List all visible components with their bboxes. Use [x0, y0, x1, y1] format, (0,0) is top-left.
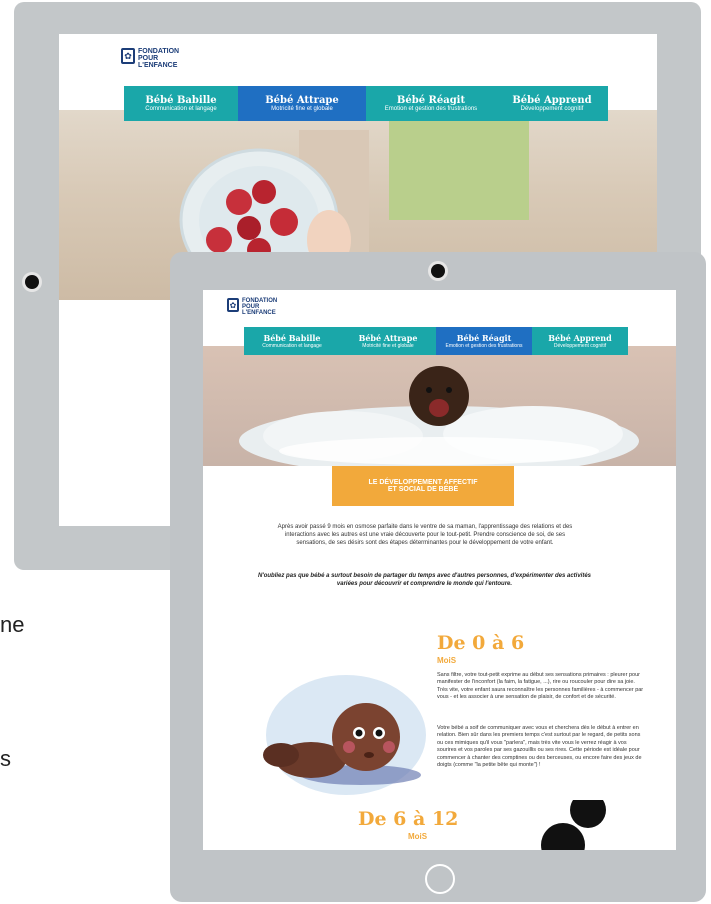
nav-item-bebe-apprend[interactable]: Bébé Apprend Développement cognitif	[496, 86, 608, 121]
nav-subtitle: Motricité fine et globale	[362, 343, 414, 349]
home-button[interactable]	[425, 864, 455, 894]
baby-illustration	[263, 675, 426, 795]
nav-subtitle: Emotion et gestion des frustrations	[445, 343, 523, 349]
front-tablet-screen: ✿ FONDATION POUR L'ENFANCE Bébé Babille	[203, 290, 676, 850]
age-unit: MoiS	[408, 832, 428, 841]
brand-line: L'ENFANCE	[242, 310, 276, 316]
nav-subtitle: Motricité fine et globale	[271, 106, 333, 112]
brand-line: FONDATION	[138, 48, 180, 55]
nav-subtitle: Emotion et gestion des frustrations	[384, 106, 478, 112]
nav-title: Bébé Attrape	[358, 333, 418, 343]
camera-icon	[431, 264, 445, 278]
age-paragraph: Votre bébé a soif de communiquer avec vo…	[437, 725, 642, 769]
nav-title: Bébé Attrape	[265, 95, 339, 106]
age-title: De 6 à 12	[358, 808, 459, 830]
flower-icon: ✿	[121, 48, 135, 64]
nav-subtitle: Développement cognitif	[520, 106, 584, 112]
front-tablet: ✿ FONDATION POUR L'ENFANCE Bébé Babille	[170, 252, 706, 902]
nav-title: Bébé Babille	[263, 333, 321, 343]
nav-item-bebe-attrape[interactable]: Bébé Attrape Motricité fine et globale	[238, 86, 366, 121]
baby-illustration-partial	[541, 800, 606, 850]
age-section-0-6: De 0 à 6 MoiS Sans filtre, votre tout-pe…	[203, 620, 676, 810]
brand-logo[interactable]: ✿ FONDATION POUR L'ENFANCE	[227, 298, 277, 316]
intro-quote: N'oubliez pas que bébé a surtout besoin …	[257, 573, 592, 588]
side-text-fragment: ne	[0, 612, 25, 637]
nav-title: Bébé Apprend	[512, 95, 592, 106]
intro-paragraph: Après avoir passé 9 mois en osmose parfa…	[277, 524, 573, 547]
age-paragraph: Sans filtre, votre tout-petit exprime au…	[437, 672, 644, 701]
section-banner: LE DÉVELOPPEMENT AFFECTIF ET SOCIAL DE B…	[332, 466, 514, 506]
hero-photo-splash	[203, 346, 676, 466]
flower-icon: ✿	[227, 298, 239, 312]
banner-line: ET SOCIAL DE BÉBÉ	[387, 486, 459, 493]
main-nav: Bébé Babille Communication et langage Bé…	[124, 86, 608, 121]
camera-icon	[25, 275, 39, 289]
brand-line: POUR	[138, 55, 159, 62]
nav-item-bebe-attrape[interactable]: Bébé Attrape Motricité fine et globale	[340, 327, 436, 355]
age-section-6-12: De 6 à 12 MoiS	[203, 800, 676, 850]
banner-line: LE DÉVELOPPEMENT AFFECTIF	[368, 479, 478, 486]
nav-item-bebe-babille[interactable]: Bébé Babille Communication et langage	[124, 86, 238, 121]
age-unit: MoiS	[437, 656, 457, 665]
nav-item-bebe-reagit[interactable]: Bébé Réagit Emotion et gestion des frust…	[436, 327, 532, 355]
nav-subtitle: Développement cognitif	[553, 343, 607, 349]
nav-subtitle: Communication et langage	[145, 106, 217, 112]
main-nav: Bébé Babille Communication et langage Bé…	[244, 327, 628, 355]
nav-item-bebe-babille[interactable]: Bébé Babille Communication et langage	[244, 327, 340, 355]
brand-line: L'ENFANCE	[138, 62, 178, 69]
nav-title: Bébé Apprend	[548, 333, 612, 343]
brand-logo[interactable]: ✿ FONDATION POUR L'ENFANCE	[121, 48, 179, 69]
age-title: De 0 à 6	[437, 632, 525, 654]
nav-title: Bébé Réagit	[396, 95, 466, 106]
nav-title: Bébé Réagit	[456, 333, 512, 343]
nav-subtitle: Communication et langage	[262, 343, 322, 349]
nav-item-bebe-apprend[interactable]: Bébé Apprend Développement cognitif	[532, 327, 628, 355]
nav-title: Bébé Babille	[145, 95, 217, 106]
child-splashing-image	[239, 366, 639, 466]
side-text-fragment: s	[0, 746, 11, 771]
nav-item-bebe-reagit[interactable]: Bébé Réagit Emotion et gestion des frust…	[366, 86, 496, 121]
